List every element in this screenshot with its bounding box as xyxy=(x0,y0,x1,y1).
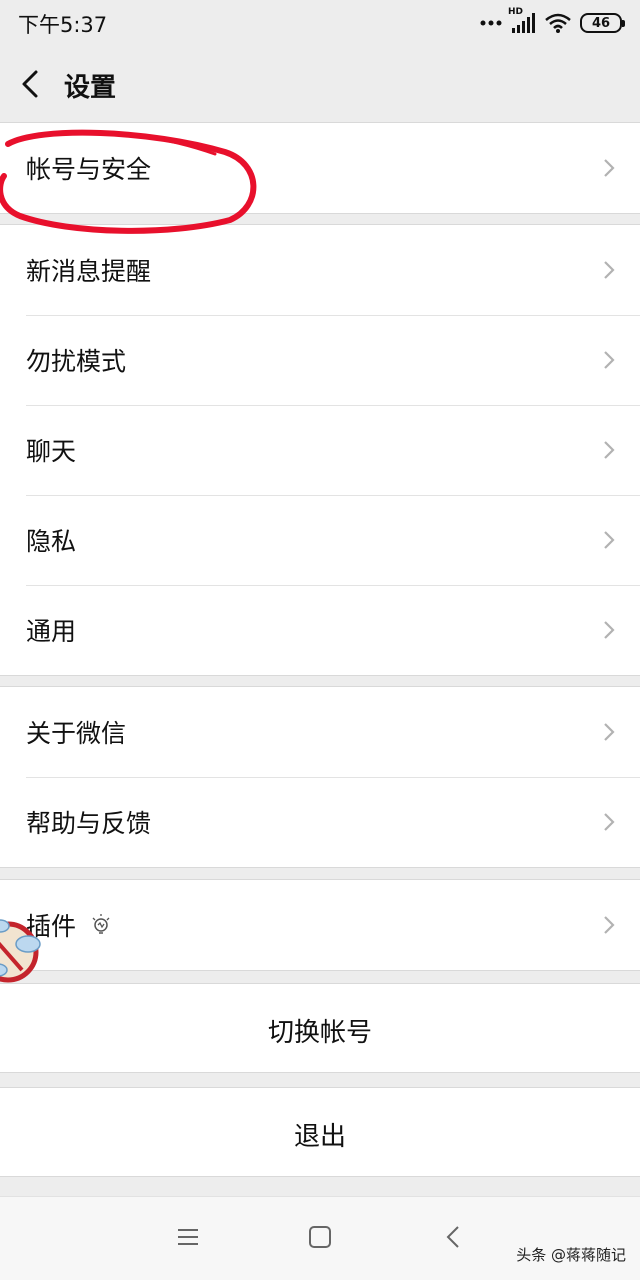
nav-header: 设置 xyxy=(0,46,640,122)
settings-item-label: 帮助与反馈 xyxy=(26,809,152,838)
home-icon[interactable] xyxy=(306,1223,334,1251)
chevron-right-icon xyxy=(604,723,615,741)
settings-item-help-feedback[interactable]: 帮助与反馈 xyxy=(0,777,640,867)
wifi-icon xyxy=(545,13,571,33)
logout-label: 退出 xyxy=(293,1122,346,1152)
settings-item-label: 关于微信 xyxy=(26,719,127,748)
menu-icon[interactable] xyxy=(174,1223,202,1251)
battery-indicator: 46 xyxy=(580,13,625,33)
settings-item-account-security[interactable]: 帐号与安全 xyxy=(0,123,640,213)
settings-item-label: 聊天 xyxy=(26,437,77,466)
chevron-right-icon xyxy=(604,441,615,459)
back-icon[interactable] xyxy=(440,1223,468,1251)
status-time: 下午5:37 xyxy=(18,13,108,37)
logout-button[interactable]: 退出 xyxy=(0,1087,640,1177)
settings-item-chat[interactable]: 聊天 xyxy=(0,405,640,495)
settings-item-label: 隐私 xyxy=(26,527,77,556)
switch-account-button[interactable]: 切换帐号 xyxy=(0,983,640,1073)
status-bar: 下午5:37 HD 46 xyxy=(0,0,640,46)
settings-item-label: 新消息提醒 xyxy=(26,257,152,286)
settings-item-privacy[interactable]: 隐私 xyxy=(0,495,640,585)
watermark: 头条 @蒋蒋随记 xyxy=(516,1246,626,1264)
settings-item-do-not-disturb[interactable]: 勿扰模式 xyxy=(0,315,640,405)
settings-group-plugins: 插件 xyxy=(0,879,640,971)
settings-item-label: 帐号与安全 xyxy=(26,155,152,184)
chevron-right-icon xyxy=(604,531,615,549)
switch-account-label: 切换帐号 xyxy=(267,1018,372,1048)
chevron-right-icon xyxy=(604,159,615,177)
system-nav-bar xyxy=(0,1196,640,1280)
floating-sticker-icon xyxy=(0,919,41,983)
settings-item-about-wechat[interactable]: 关于微信 xyxy=(0,687,640,777)
battery-level: 46 xyxy=(591,15,611,31)
settings-group-account: 帐号与安全 xyxy=(0,122,640,214)
chevron-right-icon xyxy=(604,351,615,369)
page-title: 设置 xyxy=(64,73,117,103)
settings-item-notifications[interactable]: 新消息提醒 xyxy=(0,225,640,315)
settings-item-label: 勿扰模式 xyxy=(26,347,127,376)
chevron-right-icon xyxy=(604,621,615,639)
signal-group: HD xyxy=(508,7,536,35)
settings-group-about: 关于微信 帮助与反馈 xyxy=(0,686,640,868)
back-icon[interactable] xyxy=(18,68,44,100)
lightbulb-icon xyxy=(92,914,110,934)
more-dots-icon xyxy=(480,20,502,26)
signal-icon xyxy=(512,13,535,33)
chevron-right-icon xyxy=(604,813,615,831)
settings-item-plugins[interactable]: 插件 xyxy=(0,880,640,970)
settings-group-general: 新消息提醒 勿扰模式 聊天 隐私 通用 xyxy=(0,224,640,676)
settings-item-label: 通用 xyxy=(26,617,77,646)
chevron-right-icon xyxy=(604,916,615,934)
settings-item-general[interactable]: 通用 xyxy=(0,585,640,675)
chevron-right-icon xyxy=(604,261,615,279)
status-icons: HD 46 xyxy=(480,7,625,36)
